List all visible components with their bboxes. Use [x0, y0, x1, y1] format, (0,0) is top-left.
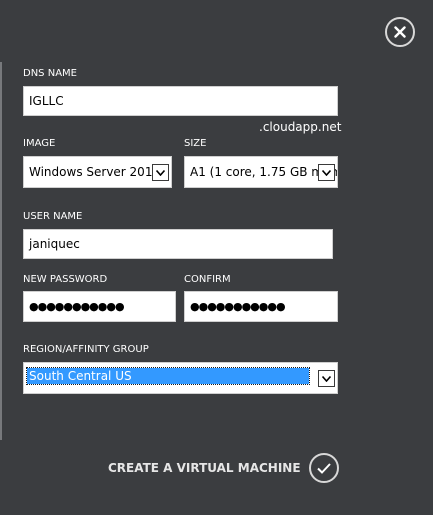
checkmark-icon	[317, 462, 331, 474]
size-dropdown-arrow[interactable]	[318, 164, 335, 181]
close-icon	[394, 26, 406, 38]
image-select[interactable]: Windows Server 2012	[23, 156, 172, 188]
create-vm-label[interactable]: CREATE A VIRTUAL MACHINE	[108, 461, 301, 475]
dns-suffix: .cloudapp.net	[259, 120, 342, 134]
image-label: IMAGE	[23, 138, 56, 149]
image-value: Windows Server 2012	[29, 165, 161, 179]
chevron-down-icon	[322, 375, 331, 382]
confirm-password-value: ●●●●●●●●●●●	[190, 300, 286, 313]
dns-name-value: IGLLC	[29, 94, 64, 108]
chevron-down-icon	[156, 169, 165, 176]
chevron-down-icon	[322, 169, 331, 176]
size-select[interactable]: A1 (1 core, 1.75 GB memory)	[184, 156, 338, 188]
confirm-label: CONFIRM	[184, 274, 231, 285]
left-divider	[0, 62, 2, 440]
region-dropdown-arrow[interactable]	[318, 370, 335, 387]
region-select[interactable]: South Central US	[23, 362, 338, 394]
dns-name-input[interactable]: IGLLC	[23, 86, 338, 116]
user-name-value: janiquec	[29, 237, 80, 251]
region-selected-highlight: South Central US	[26, 367, 310, 385]
close-button[interactable]	[385, 17, 415, 47]
size-value: A1 (1 core, 1.75 GB memory)	[190, 165, 337, 179]
new-password-input[interactable]: ●●●●●●●●●●●	[23, 291, 176, 322]
size-label: SIZE	[184, 138, 207, 149]
new-password-label: NEW PASSWORD	[23, 274, 108, 285]
create-vm-button[interactable]	[309, 453, 339, 483]
region-value: South Central US	[29, 369, 132, 383]
image-dropdown-arrow[interactable]	[152, 164, 169, 181]
region-label: REGION/AFFINITY GROUP	[23, 344, 149, 355]
user-name-input[interactable]: janiquec	[23, 229, 333, 259]
dns-name-label: DNS NAME	[23, 68, 77, 79]
new-password-value: ●●●●●●●●●●●	[29, 300, 125, 313]
user-name-label: USER NAME	[23, 211, 83, 222]
confirm-password-input[interactable]: ●●●●●●●●●●●	[184, 291, 338, 322]
